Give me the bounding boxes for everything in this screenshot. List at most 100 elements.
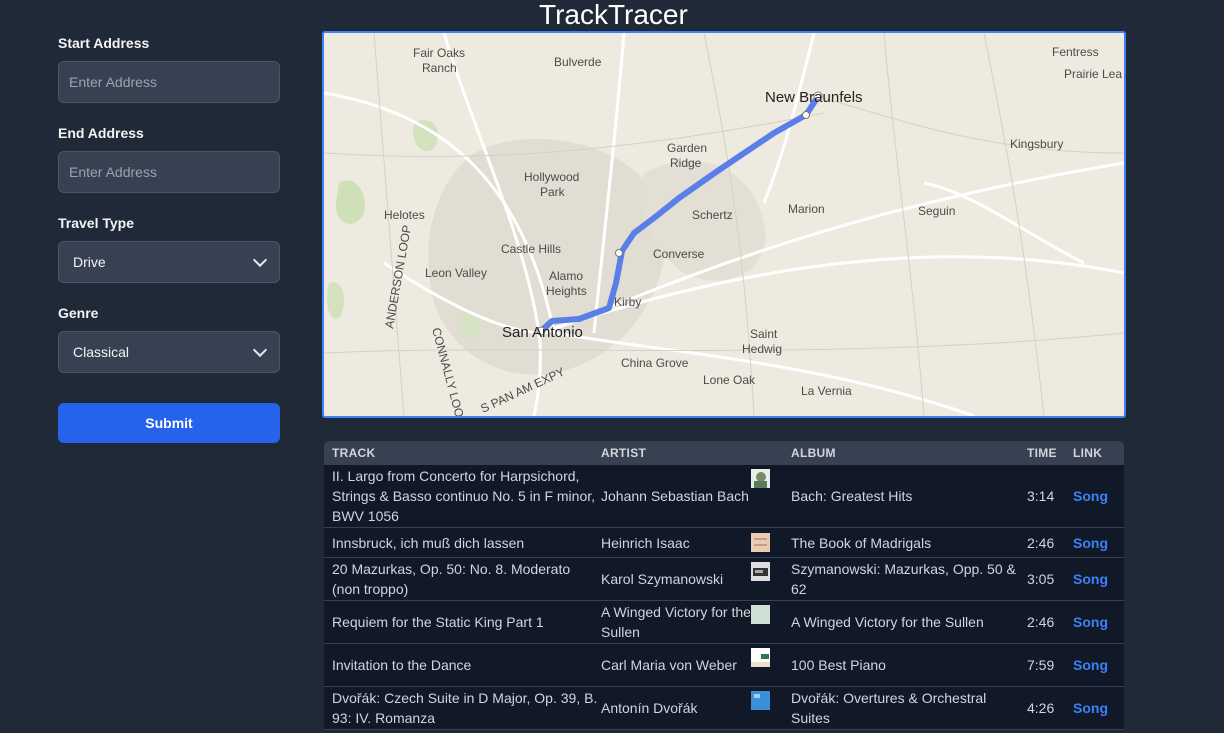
- route-waypoint: [802, 111, 810, 119]
- song-link[interactable]: Song: [1073, 657, 1108, 673]
- submit-button[interactable]: Submit: [58, 403, 280, 443]
- track-album: The Book of Madrigals: [791, 534, 932, 551]
- park-area: [413, 120, 438, 152]
- genre-group: Genre Classical: [58, 305, 280, 373]
- map-label: Alamo: [549, 269, 583, 283]
- album-art-image: [751, 648, 770, 667]
- route-form: Start Address End Address Travel Type Dr…: [58, 35, 280, 443]
- album-art-image: [751, 469, 770, 488]
- start-address-input[interactable]: [58, 61, 280, 103]
- album-art: [751, 558, 791, 581]
- track-title: Requiem for the Static King Part 1: [332, 614, 544, 630]
- map-label: Converse: [653, 247, 705, 261]
- tracks-table: TRACK ARTIST ALBUM TIME LINK II. Largo f…: [324, 441, 1124, 730]
- map-label: Kirby: [614, 295, 641, 309]
- map-road-label: ANDERSON LOOP: [382, 224, 414, 330]
- track-artist: Carl Maria von Weber: [601, 657, 737, 673]
- track-album: Bach: Greatest Hits: [791, 488, 913, 504]
- chevron-down-icon: [252, 342, 268, 358]
- end-address-label: End Address: [58, 125, 144, 141]
- table-row: Innsbruck, ich muß dich lassen Heinrich …: [324, 528, 1124, 558]
- genre-label: Genre: [58, 305, 99, 321]
- travel-type-value: Drive: [73, 254, 106, 270]
- map-label: Prairie Lea: [1064, 67, 1122, 81]
- track-time: 2:46: [1027, 534, 1055, 551]
- header-artist: ARTIST: [601, 446, 647, 460]
- map-label: San Antonio: [502, 324, 583, 341]
- map-label: Bulverde: [554, 55, 602, 69]
- map-label: Hollywood: [524, 170, 579, 184]
- map-label: Fentress: [1052, 45, 1099, 59]
- album-art-image: [751, 562, 770, 581]
- table-row: II. Largo from Concerto for Harpsichord,…: [324, 465, 1124, 528]
- track-album: Dvořák: Overtures & Orchestral Suites: [791, 690, 987, 726]
- track-time: 3:14: [1027, 488, 1055, 504]
- genre-value: Classical: [73, 344, 130, 360]
- header-time: TIME: [1027, 446, 1057, 460]
- start-address-group: Start Address: [58, 35, 280, 103]
- album-art-image: [751, 691, 770, 710]
- map-label: China Grove: [621, 356, 689, 370]
- song-link[interactable]: Song: [1073, 700, 1108, 716]
- map-label: La Vernia: [801, 384, 852, 398]
- map-label: Schertz: [692, 208, 733, 222]
- map-label: Ranch: [422, 61, 457, 75]
- album-art: [751, 601, 791, 624]
- track-time: 4:26: [1027, 700, 1055, 716]
- map-label: Lone Oak: [703, 373, 756, 387]
- map-label: Ridge: [670, 156, 702, 170]
- album-art-image: [751, 533, 770, 552]
- map-label: New Braunfels: [765, 89, 863, 106]
- track-artist: A Winged Victory for the Sullen: [601, 604, 751, 640]
- chevron-down-icon: [252, 252, 268, 268]
- track-album: A Winged Victory for the Sullen: [791, 614, 984, 630]
- genre-select[interactable]: Classical: [58, 331, 280, 373]
- track-artist: Heinrich Isaac: [601, 534, 690, 551]
- track-album: Szymanowski: Mazurkas, Opp. 50 & 62: [791, 561, 1016, 597]
- map-label: Seguin: [918, 204, 955, 218]
- track-artist: Antonín Dvořák: [601, 700, 698, 716]
- table-row: Dvořák: Czech Suite in D Major, Op. 39, …: [324, 687, 1124, 730]
- track-artist: Karol Szymanowski: [601, 571, 724, 587]
- table-header: TRACK ARTIST ALBUM TIME LINK: [324, 441, 1124, 465]
- map-label: Park: [540, 185, 566, 199]
- map-label: Helotes: [384, 208, 425, 222]
- map-label: Fair Oaks: [413, 46, 465, 60]
- route-waypoint: [615, 249, 623, 257]
- route-map[interactable]: Fair Oaks Ranch Bulverde New Braunfels F…: [322, 31, 1126, 418]
- table-row: 20 Mazurkas, Op. 50: No. 8. Moderato (no…: [324, 558, 1124, 601]
- map-label: Saint: [750, 327, 778, 341]
- album-art: [751, 644, 791, 667]
- map-label: Garden: [667, 141, 707, 155]
- album-art-image: [751, 605, 770, 624]
- song-link[interactable]: Song: [1073, 571, 1108, 587]
- track-title: Innsbruck, ich muß dich lassen: [332, 534, 525, 551]
- track-artist: Johann Sebastian Bach: [601, 488, 749, 504]
- park-area: [335, 180, 365, 224]
- table-row: Requiem for the Static King Part 1 A Win…: [324, 601, 1124, 644]
- map-label: Leon Valley: [425, 266, 487, 280]
- track-time: 7:59: [1027, 657, 1055, 673]
- header-album: ALBUM: [791, 446, 836, 460]
- map-label: Castle Hills: [501, 242, 561, 256]
- travel-type-select[interactable]: Drive: [58, 241, 280, 283]
- map-label: Heights: [546, 284, 587, 298]
- track-time: 2:46: [1027, 614, 1055, 630]
- map-canvas[interactable]: Fair Oaks Ranch Bulverde New Braunfels F…: [324, 33, 1124, 416]
- song-link[interactable]: Song: [1073, 488, 1108, 504]
- start-address-label: Start Address: [58, 35, 150, 51]
- end-address-input[interactable]: [58, 151, 280, 193]
- header-link: LINK: [1073, 446, 1103, 460]
- park-area: [327, 282, 345, 319]
- track-time: 3:05: [1027, 571, 1055, 587]
- track-title: II. Largo from Concerto for Harpsichord,…: [332, 468, 596, 524]
- map-label: Marion: [788, 202, 825, 216]
- track-title: 20 Mazurkas, Op. 50: No. 8. Moderato (no…: [332, 561, 571, 597]
- travel-type-group: Travel Type Drive: [58, 215, 280, 283]
- song-link[interactable]: Song: [1073, 535, 1108, 551]
- travel-type-label: Travel Type: [58, 215, 135, 231]
- track-album: 100 Best Piano: [791, 657, 886, 673]
- song-link[interactable]: Song: [1073, 614, 1108, 630]
- album-art: [751, 687, 791, 710]
- album-art: [751, 465, 791, 488]
